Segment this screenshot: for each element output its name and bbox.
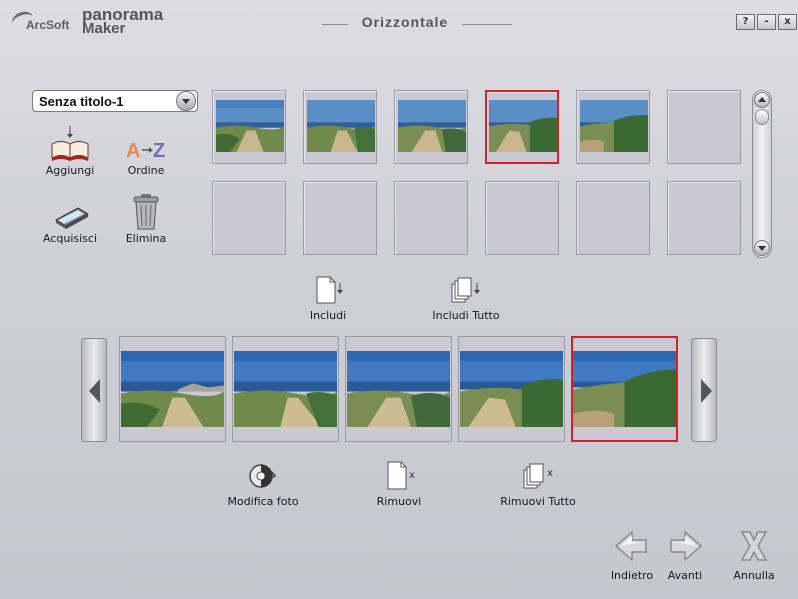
- order-label: Ordine: [127, 164, 165, 177]
- strip-next-button[interactable]: [691, 338, 717, 442]
- order-button[interactable]: A Z Ordine: [106, 124, 186, 177]
- library-thumbnail-selected[interactable]: [485, 90, 559, 164]
- strip-photo[interactable]: [458, 336, 565, 442]
- photo-thumbnail-image: [580, 100, 648, 152]
- back-label: Indietro: [610, 569, 654, 582]
- next-button[interactable]: Avanti: [655, 528, 715, 582]
- photo-edit-dial-icon: [249, 464, 277, 488]
- remove-label: Rimuovi: [376, 495, 422, 508]
- arrow-left-icon: [89, 379, 100, 403]
- strip-prev-button[interactable]: [81, 338, 107, 442]
- photo-thumbnail-image: [216, 100, 284, 152]
- include-button[interactable]: Includi: [298, 274, 358, 322]
- scanner-icon: [30, 192, 110, 232]
- help-button[interactable]: ?: [736, 14, 755, 30]
- library-thumbnail[interactable]: [576, 90, 650, 164]
- page-remove-icon: x: [387, 461, 415, 490]
- library-thumbnail[interactable]: [303, 90, 377, 164]
- panorama-maker-window: ArcSoft panorama Maker Orizzontale ? - x…: [0, 0, 798, 599]
- library-empty-slot[interactable]: [303, 181, 377, 255]
- strip-photo[interactable]: [119, 336, 226, 442]
- svg-text:Z: Z: [153, 140, 165, 162]
- library-empty-slot[interactable]: [394, 181, 468, 255]
- scroll-up-button[interactable]: [754, 92, 770, 108]
- edit-photo-button[interactable]: Modifica foto: [218, 460, 308, 508]
- arcsoft-logo: ArcSoft panorama Maker: [9, 6, 172, 38]
- arrow-right-icon: [701, 379, 712, 403]
- logo-product-line2: Maker: [82, 20, 126, 37]
- delete-label: Elimina: [125, 232, 167, 245]
- page-include-icon: [316, 276, 343, 304]
- include-label: Includi: [309, 309, 347, 322]
- next-label: Avanti: [667, 569, 703, 582]
- title-rule-right: [462, 24, 512, 25]
- remove-all-label: Rimuovi Tutto: [500, 495, 576, 508]
- chevron-down-icon[interactable]: [176, 91, 196, 111]
- sort-az-icon: A Z: [106, 124, 186, 164]
- remove-all-button[interactable]: x Rimuovi Tutto: [488, 460, 588, 508]
- photo-library-grid: [210, 88, 750, 260]
- svg-text:x: x: [547, 468, 553, 479]
- delete-button[interactable]: Elimina: [106, 192, 186, 245]
- photo-thumbnail-image: [307, 100, 375, 152]
- scroll-down-button[interactable]: [754, 240, 770, 256]
- chevron-down-icon: [758, 246, 766, 251]
- photo-thumbnail-image: [347, 351, 450, 427]
- project-select-value: Senza titolo-1: [39, 94, 124, 109]
- photo-thumbnail-image: [489, 100, 557, 152]
- svg-text:x: x: [409, 470, 415, 481]
- library-scrollbar[interactable]: [752, 90, 772, 258]
- photo-thumbnail-image: [398, 100, 466, 152]
- strip-photo[interactable]: [232, 336, 339, 442]
- library-empty-slot[interactable]: [667, 90, 741, 164]
- scroll-thumb[interactable]: [755, 109, 769, 125]
- library-thumbnail[interactable]: [212, 90, 286, 164]
- acquire-button[interactable]: Acquisisci: [30, 192, 110, 245]
- close-button[interactable]: x: [778, 14, 797, 30]
- arrow-forward-icon: [670, 530, 703, 562]
- back-button[interactable]: Indietro: [602, 528, 662, 582]
- trash-can-icon: [106, 192, 186, 232]
- library-empty-slot[interactable]: [667, 181, 741, 255]
- pages-include-all-icon: [451, 277, 480, 303]
- include-all-label: Includi Tutto: [432, 309, 500, 322]
- strip-photo[interactable]: [345, 336, 452, 442]
- pages-remove-all-icon: x: [523, 463, 553, 489]
- photo-thumbnail-image: [234, 351, 337, 427]
- open-book-icon: [30, 124, 110, 164]
- strip-photo-selected[interactable]: [571, 336, 678, 442]
- library-empty-slot[interactable]: [485, 181, 559, 255]
- library-thumbnail[interactable]: [394, 90, 468, 164]
- photo-thumbnail-image: [573, 351, 676, 427]
- cancel-button[interactable]: Annulla: [724, 528, 784, 582]
- window-title: Orizzontale: [361, 14, 449, 30]
- svg-text:A: A: [126, 140, 140, 162]
- library-empty-slot[interactable]: [212, 181, 286, 255]
- acquire-label: Acquisisci: [42, 232, 97, 245]
- minimize-button[interactable]: -: [757, 14, 776, 30]
- arrow-back-icon: [614, 530, 647, 562]
- edit-photo-label: Modifica foto: [227, 495, 299, 508]
- library-empty-slot[interactable]: [576, 181, 650, 255]
- chevron-up-icon: [758, 97, 766, 102]
- photo-thumbnail-image: [460, 351, 563, 427]
- add-button[interactable]: Aggiungi: [30, 124, 110, 177]
- remove-button[interactable]: x Rimuovi: [370, 460, 428, 508]
- cancel-x-icon: [740, 531, 768, 561]
- window-controls: ? - x: [736, 14, 797, 30]
- include-all-button[interactable]: Includi Tutto: [420, 274, 512, 322]
- cancel-label: Annulla: [733, 569, 775, 582]
- add-label: Aggiungi: [45, 164, 95, 177]
- project-select[interactable]: Senza titolo-1: [32, 90, 198, 112]
- logo-brand: ArcSoft: [26, 18, 70, 32]
- photo-thumbnail-image: [121, 351, 224, 427]
